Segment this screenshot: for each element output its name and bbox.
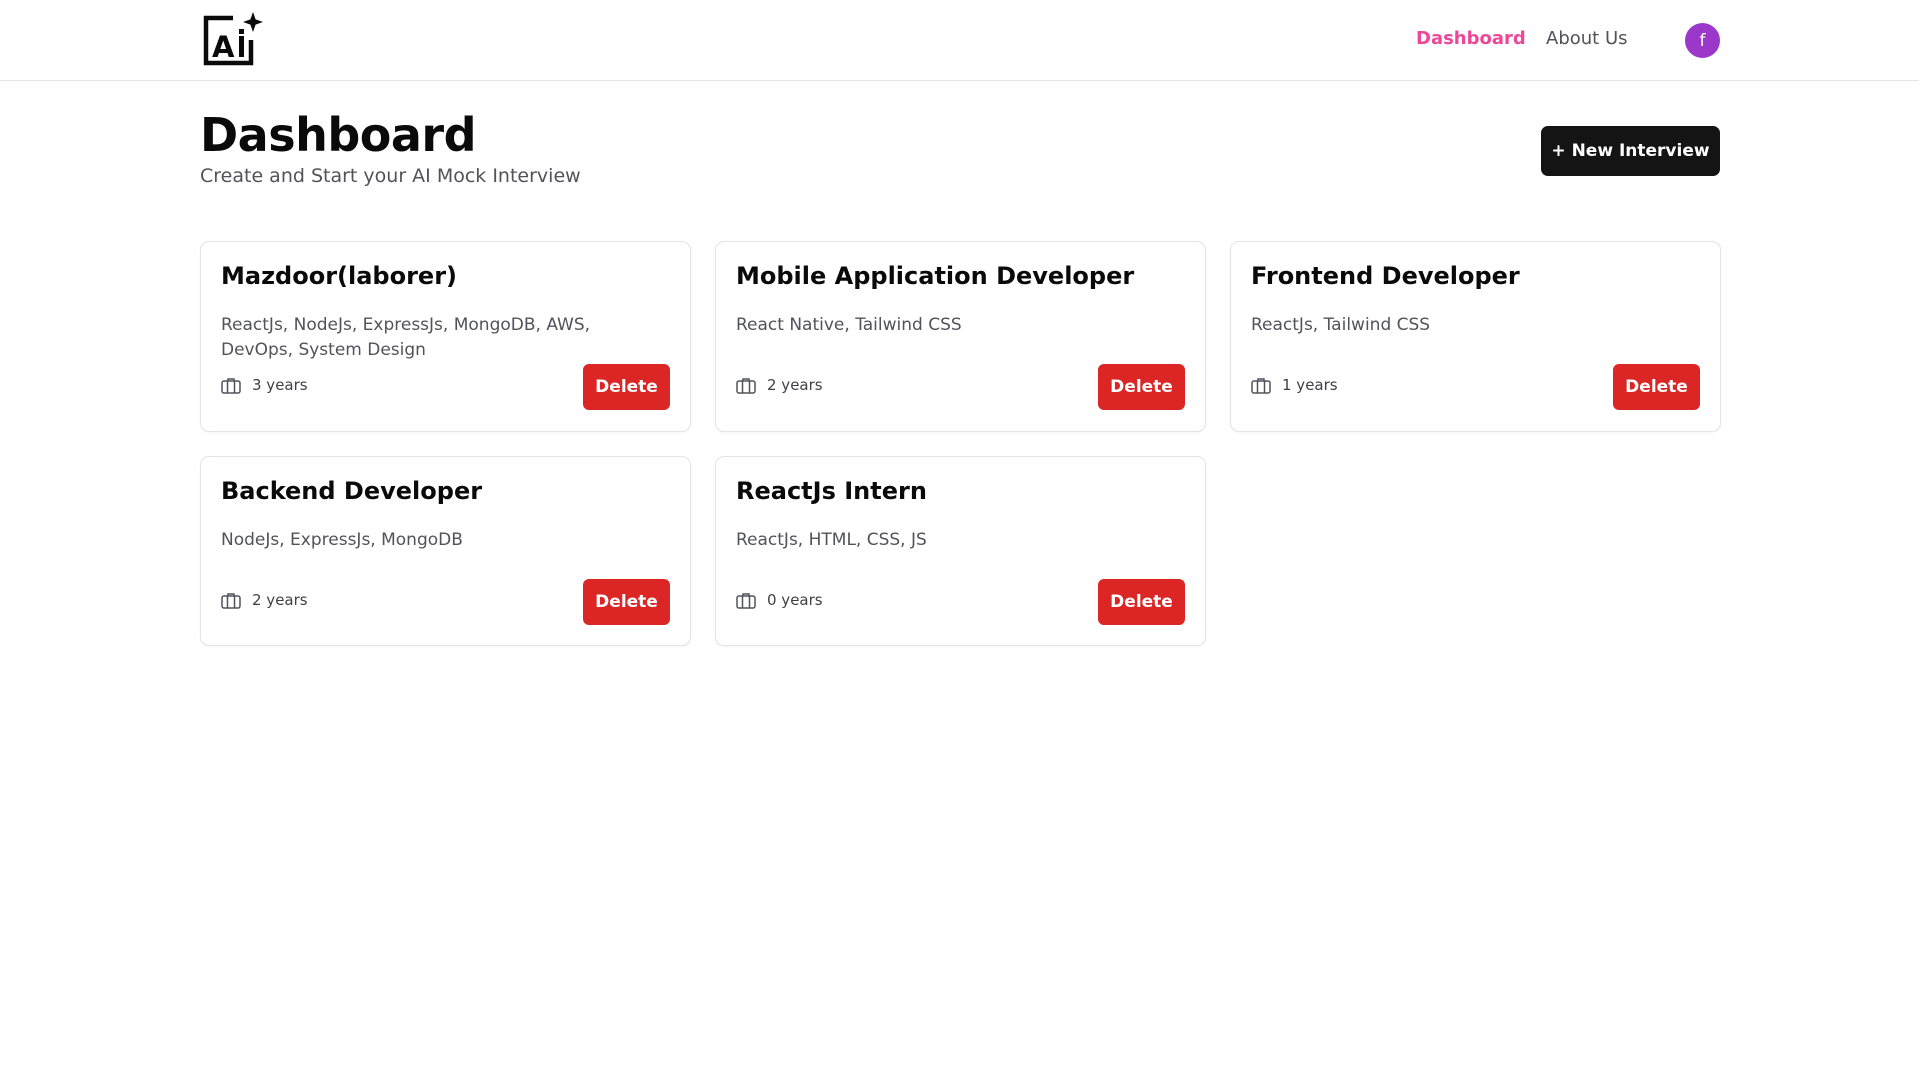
ai-sparkle-icon[interactable]: A xyxy=(203,12,265,66)
briefcase-icon xyxy=(736,592,756,609)
interview-title: ReactJs Intern xyxy=(736,477,927,505)
new-interview-button[interactable]: + New Interview xyxy=(1541,126,1720,176)
experience-label: 1 years xyxy=(1282,376,1338,394)
page-subtitle: Create and Start your AI Mock Interview xyxy=(200,165,581,187)
interview-experience: 3 years xyxy=(221,376,308,394)
interview-card[interactable]: Frontend Developer ReactJs, Tailwind CSS… xyxy=(1230,241,1721,432)
delete-button[interactable]: Delete xyxy=(583,364,670,410)
nav-dashboard[interactable]: Dashboard xyxy=(1416,28,1526,49)
interview-card[interactable]: Mazdoor(laborer) ReactJs, NodeJs, Expres… xyxy=(200,241,691,432)
interview-title: Frontend Developer xyxy=(1251,262,1520,290)
interview-card[interactable]: Mobile Application Developer React Nativ… xyxy=(715,241,1206,432)
interview-card[interactable]: ReactJs Intern ReactJs, HTML, CSS, JS 0 … xyxy=(715,456,1206,646)
interview-experience: 0 years xyxy=(736,591,823,609)
briefcase-icon xyxy=(736,377,756,394)
interview-tech-stack: React Native, Tailwind CSS xyxy=(736,315,962,335)
delete-button[interactable]: Delete xyxy=(583,579,670,625)
experience-label: 0 years xyxy=(767,591,823,609)
briefcase-icon xyxy=(1251,377,1271,394)
briefcase-icon xyxy=(221,377,241,394)
top-navbar: A Dashboard About Us f xyxy=(0,0,1919,81)
experience-label: 2 years xyxy=(767,376,823,394)
experience-label: 2 years xyxy=(252,591,308,609)
avatar[interactable]: f xyxy=(1685,23,1720,58)
interview-title: Backend Developer xyxy=(221,477,483,505)
interview-title: Mazdoor(laborer) xyxy=(221,262,458,290)
svg-text:A: A xyxy=(212,30,235,64)
interview-experience: 1 years xyxy=(1251,376,1338,394)
interview-card[interactable]: Backend Developer NodeJs, ExpressJs, Mon… xyxy=(200,456,691,646)
interview-tech-stack: ReactJs, Tailwind CSS xyxy=(1251,315,1431,335)
interview-tech-stack: ReactJs, HTML, CSS, JS xyxy=(736,530,927,550)
delete-button[interactable]: Delete xyxy=(1613,364,1700,410)
experience-label: 3 years xyxy=(252,376,308,394)
interview-tech-stack: NodeJs, ExpressJs, MongoDB xyxy=(221,530,463,550)
interview-experience: 2 years xyxy=(736,376,823,394)
page-title: Dashboard xyxy=(200,108,477,162)
briefcase-icon xyxy=(221,592,241,609)
interview-title: Mobile Application Developer xyxy=(736,262,1135,290)
delete-button[interactable]: Delete xyxy=(1098,364,1185,410)
delete-button[interactable]: Delete xyxy=(1098,579,1185,625)
nav-about-us[interactable]: About Us xyxy=(1546,28,1628,49)
interview-experience: 2 years xyxy=(221,591,308,609)
interview-tech-stack: ReactJs, NodeJs, ExpressJs, MongoDB, AWS… xyxy=(221,315,591,360)
